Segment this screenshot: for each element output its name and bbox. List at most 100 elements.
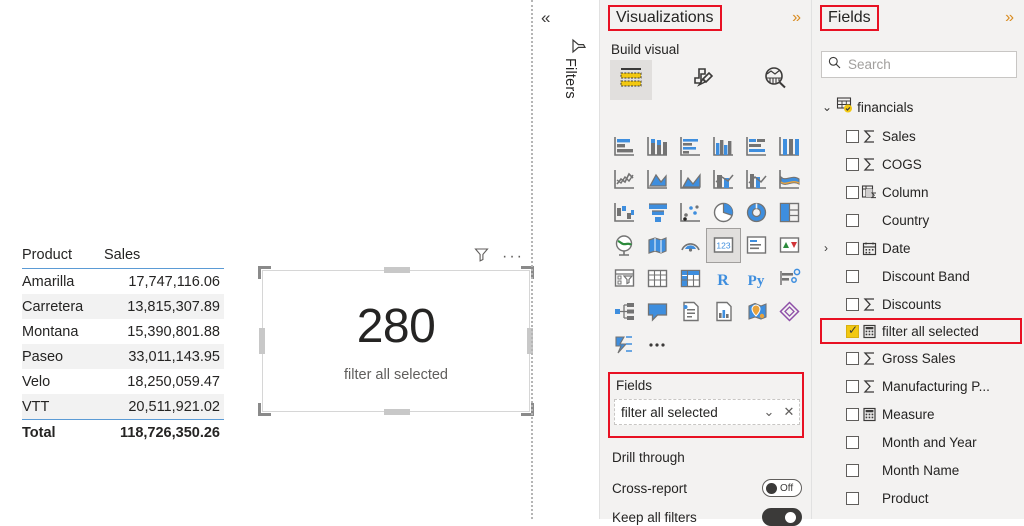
cross-report-toggle[interactable]: Off xyxy=(762,479,802,497)
field-item-column[interactable]: Column xyxy=(822,178,1022,206)
card-visual-icon[interactable]: 123 xyxy=(706,228,741,263)
field-checkbox[interactable] xyxy=(846,435,859,449)
field-item-measure[interactable]: Measure xyxy=(822,400,1022,428)
key-influencers-icon[interactable] xyxy=(773,262,806,295)
azure-map-chart-icon[interactable] xyxy=(674,229,707,262)
kpi-visual-icon[interactable] xyxy=(773,229,806,262)
field-item-gross-sales[interactable]: Gross Sales xyxy=(822,344,1022,372)
line-chart-icon[interactable] xyxy=(608,163,641,196)
arcgis-maps-icon[interactable] xyxy=(740,295,773,328)
table-row[interactable]: Velo 18,250,059.47 xyxy=(22,369,224,394)
field-item-product[interactable]: Product xyxy=(822,484,1022,512)
area-chart-icon[interactable] xyxy=(641,163,674,196)
report-canvas[interactable]: Product Sales Amarilla 17,747,116.06 Carre… xyxy=(0,0,534,519)
python-visual-icon[interactable]: Py xyxy=(740,262,773,295)
map-chart-icon[interactable] xyxy=(608,229,641,262)
field-item-country[interactable]: Country xyxy=(822,206,1022,234)
field-checkbox[interactable] xyxy=(846,297,859,311)
stacked-column-chart-icon[interactable] xyxy=(641,130,674,163)
field-checkbox[interactable] xyxy=(846,157,859,171)
line-stacked-column-chart-icon[interactable] xyxy=(707,163,740,196)
field-item-filter-all-selected[interactable]: filter all selected xyxy=(820,318,1022,344)
clustered-column-chart-icon[interactable] xyxy=(707,130,740,163)
field-checkbox[interactable] xyxy=(846,351,859,365)
qna-visual-icon[interactable] xyxy=(641,295,674,328)
field-checkbox[interactable] xyxy=(846,213,859,227)
stacked-bar-chart-icon[interactable] xyxy=(608,130,641,163)
field-checkbox[interactable] xyxy=(846,241,859,255)
field-checkbox[interactable] xyxy=(846,463,859,477)
line-clustered-column-chart-icon[interactable] xyxy=(740,163,773,196)
resize-handle-nw[interactable] xyxy=(258,266,271,279)
card-visual[interactable]: 280 filter all selected xyxy=(262,270,530,412)
column-header-sales[interactable]: Sales xyxy=(104,247,224,263)
matrix-visual-icon[interactable] xyxy=(674,262,707,295)
donut-chart-icon[interactable] xyxy=(740,196,773,229)
table-row[interactable]: VTT 20,511,921.02 xyxy=(22,394,224,419)
scatter-chart-icon[interactable] xyxy=(674,196,707,229)
multi-row-card-icon[interactable] xyxy=(740,229,773,262)
keep-all-filters-toggle[interactable] xyxy=(762,508,802,526)
card-visual-container[interactable]: ··· 280 filter all selected xyxy=(258,248,534,416)
resize-handle-n[interactable] xyxy=(384,267,410,273)
table-row[interactable]: Paseo 33,011,143.95 xyxy=(22,344,224,369)
funnel-icon[interactable] xyxy=(473,246,490,268)
power-apps-icon[interactable] xyxy=(773,295,806,328)
column-header-product[interactable]: Product xyxy=(22,247,104,263)
funnel-chart-icon[interactable] xyxy=(641,196,674,229)
chevron-down-icon[interactable]: ⌄ xyxy=(759,404,779,420)
fields-well-chip[interactable]: filter all selected ⌄ ✕ xyxy=(614,399,800,425)
field-checkbox[interactable] xyxy=(846,185,859,199)
field-checkbox[interactable] xyxy=(846,269,859,283)
table-visual-icon[interactable] xyxy=(641,262,674,295)
close-icon[interactable]: ✕ xyxy=(779,404,799,420)
waterfall-chart-icon[interactable] xyxy=(608,196,641,229)
analytics-tab[interactable] xyxy=(754,60,796,100)
hundred-stacked-bar-chart-icon[interactable] xyxy=(740,130,773,163)
more-options-ellipsis[interactable]: ··· xyxy=(502,249,524,265)
filters-pane-collapsed[interactable]: « Filters xyxy=(534,0,600,519)
expand-visualizations-button[interactable]: » xyxy=(792,9,801,27)
field-checkbox[interactable] xyxy=(846,407,859,421)
field-item-sales[interactable]: Sales xyxy=(822,122,1022,150)
collapse-pane-button[interactable]: « xyxy=(541,8,550,28)
decomposition-tree-icon[interactable] xyxy=(608,295,641,328)
field-checkbox[interactable] xyxy=(846,323,859,338)
field-item-manufacturing-p[interactable]: Manufacturing P... xyxy=(822,372,1022,400)
resize-handle-sw[interactable] xyxy=(258,403,271,416)
table-visual[interactable]: Product Sales Amarilla 17,747,116.06 Carre… xyxy=(22,247,224,446)
treemap-chart-icon[interactable] xyxy=(773,196,806,229)
field-checkbox[interactable] xyxy=(846,129,859,143)
resize-handle-w[interactable] xyxy=(259,328,265,354)
hundred-stacked-column-chart-icon[interactable] xyxy=(773,130,806,163)
field-item-discounts[interactable]: Discounts xyxy=(822,290,1022,318)
r-script-visual-icon[interactable]: R xyxy=(707,262,740,295)
slicer-visual-icon[interactable] xyxy=(608,262,641,295)
chevron-down-icon[interactable]: ⌄ xyxy=(822,100,832,114)
field-item-month-name[interactable]: Month Name xyxy=(822,456,1022,484)
smart-narrative-icon[interactable] xyxy=(674,295,707,328)
pie-chart-icon[interactable] xyxy=(707,196,740,229)
field-item-date[interactable]: › Date xyxy=(822,234,1022,262)
more-visuals-ellipsis-icon[interactable] xyxy=(641,328,674,361)
table-row[interactable]: Carretera 13,815,307.89 xyxy=(22,294,224,319)
clustered-bar-chart-icon[interactable] xyxy=(674,130,707,163)
table-row[interactable]: Montana 15,390,801.88 xyxy=(22,319,224,344)
table-node-financials[interactable]: ⌄ financials xyxy=(822,96,913,118)
search-input[interactable]: Search xyxy=(821,51,1017,78)
field-item-discount-band[interactable]: Discount Band xyxy=(822,262,1022,290)
stacked-area-chart-icon[interactable] xyxy=(674,163,707,196)
field-item-month-and-year[interactable]: Month and Year xyxy=(822,428,1022,456)
field-checkbox[interactable] xyxy=(846,379,859,393)
table-row[interactable]: Amarilla 17,747,116.06 xyxy=(22,269,224,294)
ribbon-chart-icon[interactable] xyxy=(773,163,806,196)
build-visual-tab[interactable] xyxy=(610,60,652,100)
filled-map-chart-icon[interactable] xyxy=(641,229,674,262)
paginated-report-icon[interactable] xyxy=(707,295,740,328)
field-checkbox[interactable] xyxy=(846,491,859,505)
resize-handle-s[interactable] xyxy=(384,409,410,415)
power-automate-icon[interactable] xyxy=(608,328,641,361)
field-item-cogs[interactable]: COGS xyxy=(822,150,1022,178)
format-visual-tab[interactable] xyxy=(682,60,724,100)
expand-fields-button[interactable]: » xyxy=(1005,9,1014,27)
